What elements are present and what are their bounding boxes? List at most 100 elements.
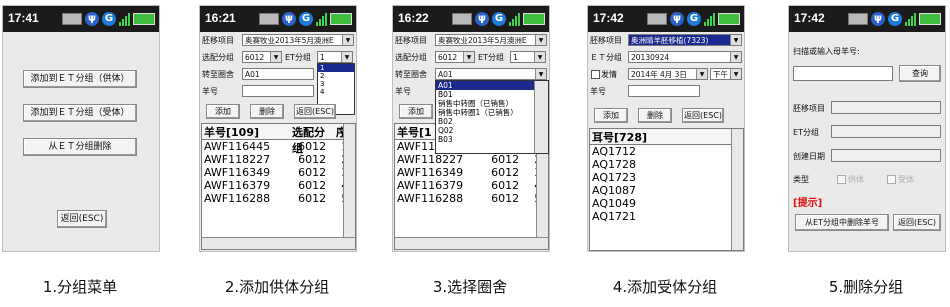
table-row[interactable]: AWF11822760122: [202, 153, 355, 166]
chevron-down-icon[interactable]: ▼: [341, 52, 352, 62]
et-select[interactable]: 1 ▼: [510, 51, 546, 63]
bluetooth-icon: ψ: [475, 12, 489, 26]
table-row[interactable]: AQ1087: [590, 184, 743, 197]
recipient-label: 受体: [898, 175, 914, 184]
status-icons: ψ G: [259, 11, 352, 27]
et-option[interactable]: 3: [318, 80, 354, 88]
et-option[interactable]: 4: [318, 88, 354, 96]
ear-tag-table[interactable]: 耳号[728] AQ1712 AQ1728 AQ1723 AQ1087 AQ10…: [589, 128, 744, 251]
table-row[interactable]: AWF11634960123: [395, 166, 548, 179]
project-select[interactable]: 奥洲晴羊胚移植(7323) ▼: [628, 34, 742, 46]
vertical-scrollbar[interactable]: [343, 124, 355, 249]
et-select[interactable]: 20130924 ▼: [628, 51, 742, 63]
gprs-icon: G: [102, 12, 116, 26]
type-label: 类型: [793, 175, 809, 184]
pen-option[interactable]: 销售中转圈（已销售）: [436, 99, 548, 108]
pen-option[interactable]: Q02: [436, 126, 548, 135]
keyboard-icon[interactable]: [62, 13, 82, 25]
chevron-down-icon[interactable]: ▼: [534, 52, 545, 62]
pen-option[interactable]: B01: [436, 90, 548, 99]
cell: 6012: [491, 179, 520, 192]
scan-input[interactable]: [793, 66, 893, 81]
donor-checkbox[interactable]: [837, 175, 846, 184]
chevron-down-icon[interactable]: ▼: [342, 35, 353, 45]
remove-from-et-button[interactable]: 从ＥＴ分组删除: [23, 138, 137, 156]
table-row[interactable]: AQ1712: [590, 145, 743, 158]
pen-option[interactable]: 销售中转圈1（已销售）: [436, 108, 548, 117]
chevron-down-icon[interactable]: ▼: [730, 35, 741, 45]
ampm-select[interactable]: 下午 ▼: [710, 68, 742, 80]
column-header[interactable]: 羊号[109]: [202, 124, 292, 139]
table-row[interactable]: AQ1728: [590, 158, 743, 171]
table-header: 耳号[728]: [590, 129, 743, 145]
et-select[interactable]: 1 ▼: [317, 51, 353, 63]
column-header[interactable]: 选配分组: [292, 124, 330, 155]
gprs-icon: G: [299, 12, 313, 26]
chevron-down-icon[interactable]: ▼: [535, 69, 546, 79]
keyboard-icon[interactable]: [452, 13, 472, 25]
recipient-checkbox[interactable]: [887, 175, 896, 184]
status-icons: ψ G: [452, 11, 545, 27]
query-button[interactable]: 查询: [899, 65, 941, 82]
et-option[interactable]: 1: [318, 64, 354, 72]
chevron-down-icon[interactable]: ▼: [696, 69, 707, 79]
et-option[interactable]: 2: [318, 72, 354, 80]
horizontal-scrollbar[interactable]: [395, 237, 548, 249]
remove-from-et-button[interactable]: 从ET分组中删除羊号: [795, 214, 889, 231]
keyboard-icon[interactable]: [848, 13, 868, 25]
chevron-down-icon[interactable]: ▼: [463, 52, 474, 62]
sheep-input[interactable]: [628, 85, 700, 97]
pen-input[interactable]: A01: [242, 68, 314, 80]
group-select[interactable]: 6012 ▼: [242, 51, 282, 63]
add-to-et-recipient-button[interactable]: 添加到ＥＴ分组（受体）: [23, 104, 137, 122]
estrus-checkbox[interactable]: [591, 70, 600, 79]
add-button[interactable]: 添加: [206, 104, 240, 119]
created-label: 创建日期: [793, 152, 825, 161]
dropdown-scrollbar[interactable]: [534, 81, 548, 153]
back-button[interactable]: 返回(ESC): [57, 210, 107, 228]
table-row[interactable]: AQ1049: [590, 197, 743, 210]
back-button[interactable]: 返回(ESC): [682, 108, 724, 123]
project-select[interactable]: 奥赛牧业2013年5月澳洲E ▼: [435, 34, 547, 46]
project-field: [831, 101, 941, 114]
sheep-input[interactable]: [242, 85, 314, 97]
add-button[interactable]: 添加: [399, 104, 433, 119]
table-row[interactable]: AWF11628860125: [202, 192, 355, 205]
table-row[interactable]: AWF11628860125: [395, 192, 548, 205]
chevron-down-icon[interactable]: ▼: [730, 52, 741, 62]
table-row[interactable]: AQ1721: [590, 210, 743, 223]
project-select[interactable]: 奥赛牧业2013年5月澳洲E ▼: [242, 34, 354, 46]
pen-select[interactable]: A01 ▼: [435, 68, 547, 80]
table-row[interactable]: AWF11822760122: [395, 153, 548, 166]
add-to-et-donor-button[interactable]: 添加到ＥＴ分组（供体）: [23, 70, 137, 88]
chevron-down-icon[interactable]: ▼: [535, 35, 546, 45]
column-header[interactable]: 耳号[728]: [590, 129, 680, 144]
vertical-scrollbar[interactable]: [731, 129, 743, 250]
horizontal-scrollbar[interactable]: [202, 237, 355, 249]
sheep-label: 羊号: [590, 87, 606, 96]
keyboard-icon[interactable]: [259, 13, 279, 25]
sheep-label: 羊号: [395, 87, 411, 96]
table-row[interactable]: AWF11634960123: [202, 166, 355, 179]
delete-button[interactable]: 删除: [638, 108, 672, 123]
table-row[interactable]: AWF11637960124: [395, 179, 548, 192]
signal-icon: [509, 12, 520, 26]
delete-button[interactable]: 删除: [250, 104, 284, 119]
add-button[interactable]: 添加: [594, 108, 628, 123]
keyboard-icon[interactable]: [647, 13, 667, 25]
sheep-table[interactable]: 羊号[109] 选配分组 序 AWF11644560121 AWF1182276…: [201, 123, 356, 250]
group-select[interactable]: 6012 ▼: [435, 51, 475, 63]
back-button[interactable]: 返回(ESC): [893, 214, 941, 231]
pen-option[interactable]: B02: [436, 117, 548, 126]
pen-option[interactable]: A01: [436, 81, 548, 90]
table-row[interactable]: AWF11644560121: [202, 140, 355, 153]
table-row[interactable]: AQ1723: [590, 171, 743, 184]
chevron-down-icon[interactable]: ▼: [270, 52, 281, 62]
pen-dropdown-list[interactable]: A01 B01 销售中转圈（已销售） 销售中转圈1（已销售） B02 Q02 B…: [435, 80, 549, 154]
chevron-down-icon[interactable]: ▼: [730, 69, 741, 79]
status-bar: 16:21 ψ G: [200, 6, 356, 32]
date-picker[interactable]: 2014年 4月 3日 ▼: [628, 68, 708, 80]
table-row[interactable]: AWF11637960124: [202, 179, 355, 192]
pen-option[interactable]: B03: [436, 135, 548, 144]
back-button[interactable]: 返回(ESC): [294, 104, 336, 119]
